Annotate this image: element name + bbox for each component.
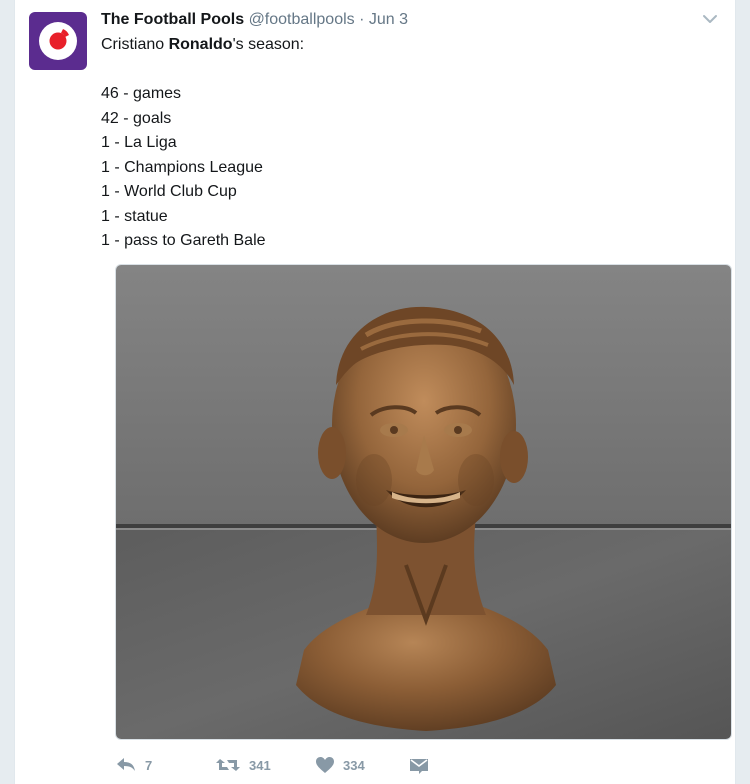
reply-button[interactable]: 7 [115,752,152,778]
tweet-actions: 7 341 334 [115,752,515,778]
like-button[interactable]: 334 [315,752,365,778]
retweet-icon [216,759,240,771]
stat-line: 1 - World Club Cup [101,183,237,200]
stat-line: 1 - La Liga [101,134,177,151]
reply-icon [117,758,135,771]
retweet-count: 341 [249,757,271,773]
avatar[interactable] [29,12,87,70]
tweet-text-intro: Cristiano Ronaldo's season: [101,33,721,58]
direct-message-button[interactable] [408,752,430,778]
stat-line: 42 - goals [101,109,172,127]
stat-line: 1 - pass to Gareth Bale [101,232,266,249]
envelope-icon [410,759,428,774]
football-pools-logo-icon [39,22,77,60]
intro-text-pre: Cristiano [101,36,169,53]
author-name[interactable]: The Football Pools [101,11,244,28]
tweet-card[interactable]: The Football Pools @footballpools · Jun … [14,0,736,784]
intro-text-post: 's season: [232,36,305,53]
tweet-photo[interactable] [115,264,732,740]
stat-line: 1 - Champions League [101,158,263,176]
tweet-header: The Football Pools @footballpools · Jun … [101,10,721,30]
intro-text-bold: Ronaldo [168,36,233,53]
stat-line: 1 - statue [101,207,168,225]
separator-dot: · [359,11,365,28]
reply-count: 7 [145,757,153,773]
author-handle[interactable]: @footballpools [249,11,355,28]
bronze-bust-photo [116,265,731,739]
tweet-text: Cristiano Ronaldo's season: 46 - games 4… [101,33,721,254]
heart-icon [316,757,334,773]
like-count: 334 [343,757,365,773]
retweet-button[interactable]: 341 [215,752,271,778]
stat-line: 46 - games [101,85,182,102]
tweet-timestamp[interactable]: Jun 3 [369,11,408,28]
tweet-content: The Football Pools @footballpools · Jun … [101,10,721,254]
